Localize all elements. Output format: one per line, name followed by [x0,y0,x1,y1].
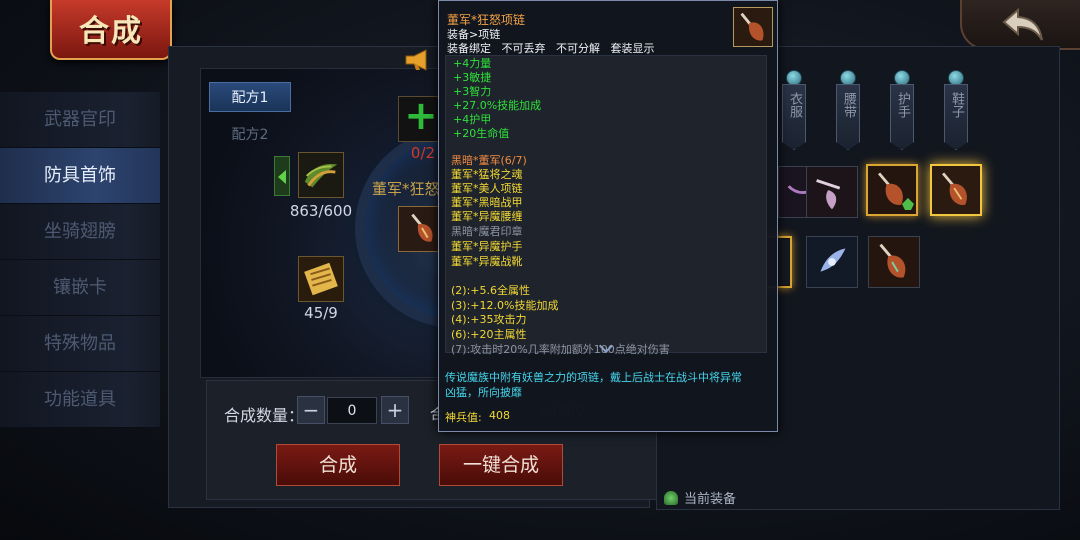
item-tooltip: 董军*狂怒项链 装备>项链 装备绑定 不可丢弃 不可分解 套装显示 +4力量 +… [438,0,778,432]
power-value: 408 [489,409,510,422]
gem-icon [840,70,856,86]
page-title-banner: 合成 [50,0,172,60]
necklace-item-icon [807,167,857,217]
necklace-item-icon [869,237,919,287]
set-bonus: (4):+35攻击力 [451,313,527,326]
current-equip-label: 当前装备 [684,492,737,507]
sidebar-item-special-items[interactable]: 特殊物品 [0,316,160,372]
gem-icon [948,70,964,86]
tab-recipe-2[interactable]: 配方2 [209,120,291,150]
result-item-name: 董军*狂怒 [372,180,440,198]
tab-belt[interactable]: 腰带 [830,70,866,164]
current-equip-legend: 当前装备 [664,488,736,507]
current-equip-icon [664,491,678,505]
set-piece: 董军*异魔战靴 [451,255,523,268]
quantity-label: 合成数量： [224,406,305,425]
plus-icon: + [404,93,438,139]
gem-icon [894,70,910,86]
material-slot-2[interactable] [298,256,344,302]
scroll-material-icon [299,257,343,301]
set-bonus-inactive: (7):攻击时20%几率附加额外100点绝对伤害 [451,343,670,356]
back-button[interactable] [960,0,1080,50]
equipment-slot[interactable] [868,236,920,288]
necklace-item-icon [734,8,772,46]
material-2-count: 45/9 [304,304,338,322]
craft-button[interactable]: 合成 [276,444,400,486]
tab-shoes[interactable]: 鞋子 [938,70,974,164]
necklace-item-icon [399,207,443,251]
sidebar-item-function-props[interactable]: 功能道具 [0,372,160,428]
scroll-left-arrow[interactable] [274,156,290,196]
gem-icon [786,70,802,86]
sidebar-item-inlay-cards[interactable]: 镶嵌卡 [0,260,160,316]
power-label: 神兵值: [445,411,482,424]
attribute-line: +20生命值 [453,127,510,140]
herb-material-icon [299,153,343,197]
quantity-increase-button[interactable]: + [381,396,409,424]
set-piece: 董军*异魔腰缠 [451,210,523,223]
tab-gloves[interactable]: 护手 [884,70,920,164]
spirit-item-icon [807,237,857,287]
sidebar-item-armor-jewelry[interactable]: 防具首饰 [0,148,160,204]
sidebar-item-mounts-wings[interactable]: 坐骑翅膀 [0,204,160,260]
item-description-line-2: 凶猛，所向披靡 [445,386,522,399]
tab-gloves-label: 护手 [895,92,910,118]
item-description-line-1: 传说魔族中附有妖兽之力的项链，戴上后战士在战斗中将异常 [445,371,742,384]
quantity-input[interactable] [327,397,377,424]
page-title: 合成 [79,14,143,49]
material-1-count: 863/600 [289,202,353,220]
set-piece-missing: 黑暗*魔君印章 [451,225,523,238]
announcement-speaker-icon[interactable] [404,48,434,72]
equipment-slot[interactable] [806,166,858,218]
category-sidebar: 武器官印 防具首饰 坐骑翅膀 镶嵌卡 特殊物品 功能道具 [0,92,160,428]
back-arrow-icon [1002,7,1043,41]
tab-belt-label: 腰带 [841,92,856,118]
tab-shoes-label: 鞋子 [949,92,964,118]
tab-clothes-label: 衣服 [787,92,802,118]
equipment-slot-selected[interactable] [930,164,982,216]
material-slot-1[interactable] [298,152,344,198]
set-piece: 董军*异魔护手 [451,240,523,253]
tab-recipe-1[interactable]: 配方1 [209,82,291,112]
necklace-item-icon [932,166,980,214]
sidebar-item-weapons-seals[interactable]: 武器官印 [0,92,160,148]
set-bonus: (6):+20主属性 [451,328,527,341]
quantity-decrease-button[interactable]: − [297,396,325,424]
equipment-slot[interactable] [806,236,858,288]
one-click-craft-button[interactable]: 一键合成 [439,444,563,486]
tab-clothes[interactable]: 衣服 [776,70,812,164]
tooltip-item-flags: 装备绑定 不可丢弃 不可分解 套装显示 [447,42,655,55]
current-equip-marker-icon [902,198,914,210]
set-bonus: (2):+5.6全属性 [451,284,530,297]
tooltip-item-icon [733,7,773,47]
